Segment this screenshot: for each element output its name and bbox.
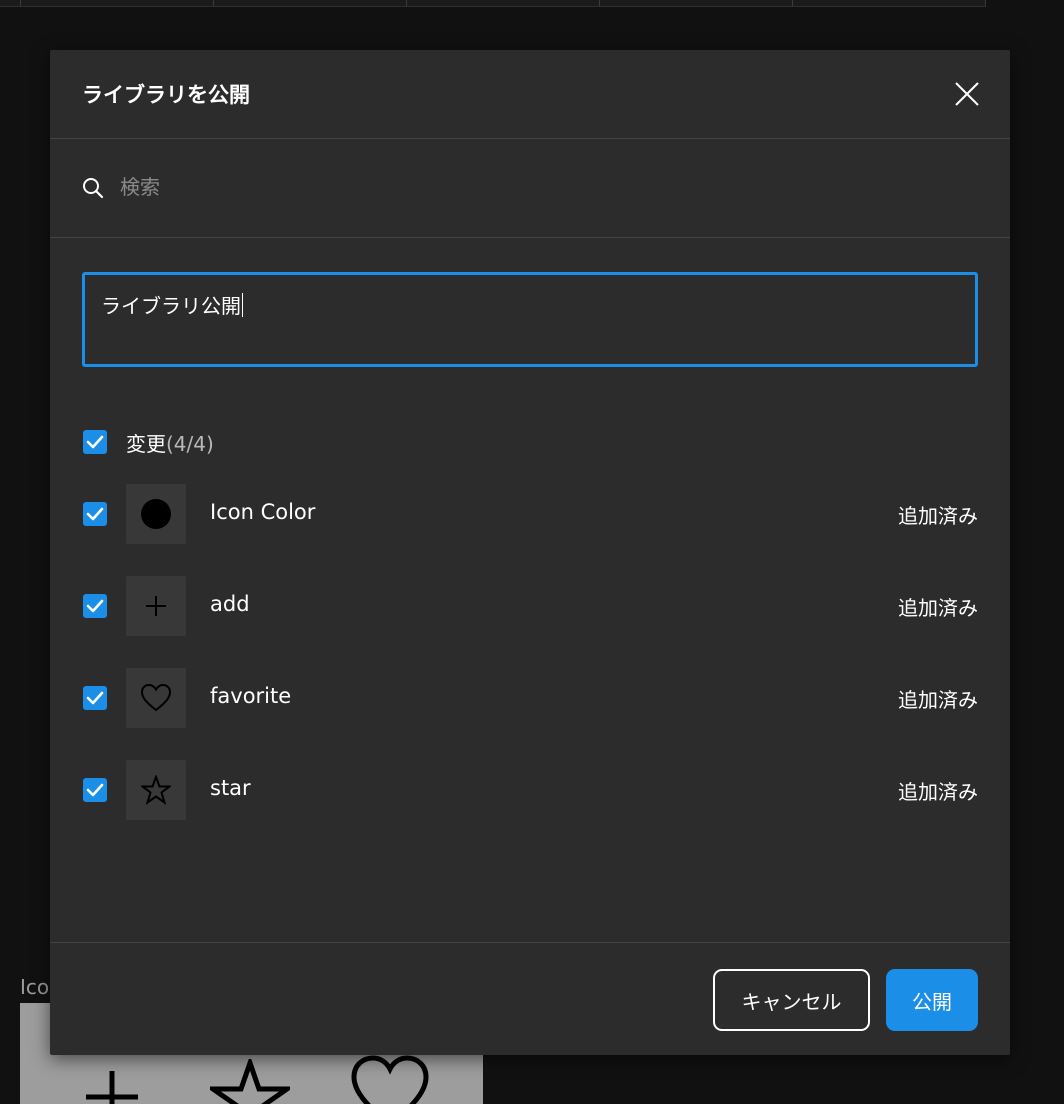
publish-button[interactable]: 公開 [886, 969, 978, 1031]
publish-message-field[interactable]: ライブラリ公開 [82, 272, 978, 367]
search-icon [83, 178, 104, 199]
component-status: 追加済み [898, 504, 978, 528]
background-tab-strip [0, 0, 1064, 7]
check-icon [86, 507, 104, 521]
component-status: 追加済み [898, 780, 978, 804]
component-status: 追加済み [898, 688, 978, 712]
cancel-button[interactable]: キャンセル [713, 969, 870, 1031]
text-caret [242, 293, 243, 317]
background-tab [793, 0, 986, 7]
component-thumbnail [126, 668, 186, 728]
heart-icon [141, 683, 171, 712]
component-checkbox[interactable] [83, 686, 107, 710]
component-row-star: star 追加済み [50, 760, 1010, 820]
star-icon [141, 775, 171, 805]
plus-icon [146, 596, 166, 616]
changes-count: (4/4) [166, 432, 214, 456]
publish-library-dialog: ライブラリを公開 ライブラリ公開 変更 [50, 50, 1010, 1055]
changes-select-all-checkbox[interactable] [83, 430, 107, 454]
component-checkbox[interactable] [83, 778, 107, 802]
component-status: 追加済み [898, 596, 978, 620]
changes-title: 変更 [126, 432, 166, 456]
component-thumbnail [126, 760, 186, 820]
background-tab [214, 0, 407, 7]
component-checkbox[interactable] [83, 594, 107, 618]
check-icon [86, 691, 104, 705]
component-row-favorite: favorite 追加済み [50, 668, 1010, 728]
component-row-add: add 追加済み [50, 576, 1010, 636]
component-checkbox[interactable] [83, 502, 107, 526]
dialog-title: ライブラリを公開 [82, 83, 250, 107]
component-name: star [210, 776, 251, 800]
component-name: favorite [210, 684, 292, 708]
dialog-header: ライブラリを公開 [50, 50, 1010, 139]
component-name: add [210, 592, 250, 616]
component-name: Icon Color [210, 500, 316, 524]
check-icon [86, 599, 104, 613]
component-thumbnail [126, 484, 186, 544]
check-icon [86, 783, 104, 797]
plus-icon [86, 1071, 138, 1104]
background-tab [21, 0, 214, 7]
circle-fill-icon [141, 499, 171, 529]
heart-icon [351, 1055, 429, 1104]
close-icon [955, 82, 979, 106]
star-icon [210, 1059, 290, 1104]
search-input[interactable] [120, 169, 820, 205]
component-thumbnail [126, 576, 186, 636]
background-tab [600, 0, 793, 7]
dialog-footer: キャンセル 公開 [50, 942, 1010, 1056]
component-row-icon-color: Icon Color 追加済み [50, 484, 1010, 544]
background-tab [0, 0, 21, 7]
publish-message-value: ライブラリ公開 [101, 294, 241, 318]
check-icon [86, 435, 104, 449]
frame-label: Ico [20, 975, 50, 999]
changes-label: 変更(4/4) [126, 428, 214, 457]
search-bar [50, 139, 1010, 238]
canvas-background: Ico ライブラリを公開 検索 ライブラリ公開 変更(4/4) Icon Col… [0, 0, 1064, 1104]
publish-message-text: ライブラリ公開 [101, 290, 243, 319]
close-button[interactable] [954, 81, 980, 107]
background-tab [407, 0, 600, 7]
